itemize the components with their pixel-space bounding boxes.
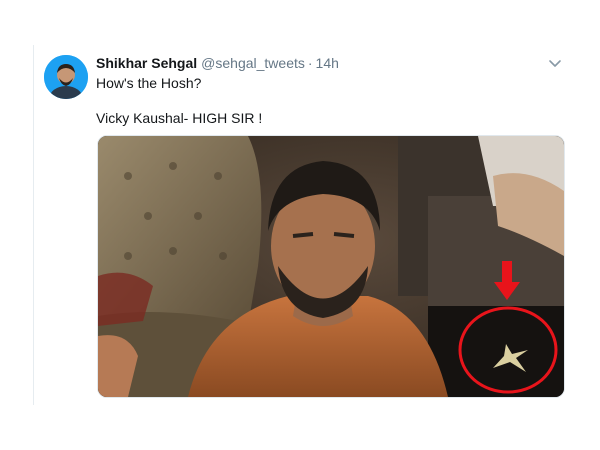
tweet-left-rule [33, 45, 34, 405]
tweet-timestamp[interactable]: 14h [316, 55, 339, 71]
header-separator: · [307, 55, 313, 71]
tweet-text-line-2: Vicky Kaushal- HIGH SIR ! [96, 110, 263, 126]
avatar[interactable] [44, 55, 88, 99]
tweet-text-line-1: How's the Hosh? [96, 75, 202, 91]
tweet-media[interactable] [97, 135, 565, 398]
media-image [98, 136, 564, 397]
avatar-image [44, 55, 88, 99]
author-name[interactable]: Shikhar Sehgal [96, 55, 197, 71]
tweet-header: Shikhar Sehgal @sehgal_tweets · 14h [96, 55, 560, 75]
author-handle[interactable]: @sehgal_tweets [201, 55, 305, 71]
chevron-down-icon[interactable] [548, 58, 562, 68]
